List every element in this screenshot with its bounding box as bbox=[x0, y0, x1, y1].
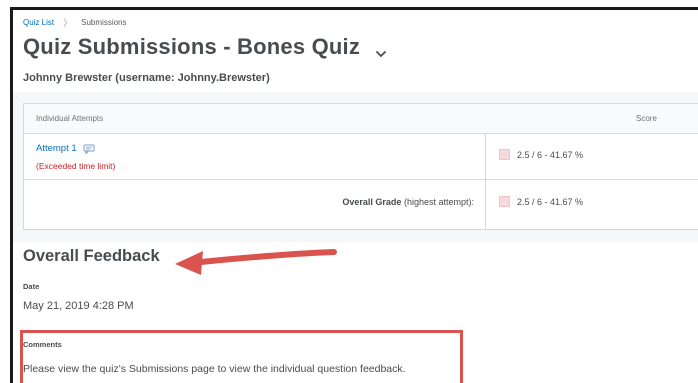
attempt-1-link[interactable]: Attempt 1 bbox=[36, 143, 95, 155]
column-header-attempts: Individual Attempts bbox=[36, 114, 104, 123]
exceeded-time-warning: (Exceeded time limit) bbox=[36, 161, 116, 171]
overall-grade-score-value: 2.5 / 6 - 41.67 % bbox=[517, 196, 584, 207]
breadcrumb-current: Submissions bbox=[81, 18, 127, 27]
overall-feedback-heading: Overall Feedback bbox=[23, 247, 160, 265]
breadcrumb-quiz-list-link[interactable]: Quiz List bbox=[23, 18, 54, 27]
user-info: Johnny Brewster (username: Johnny.Brewst… bbox=[23, 72, 270, 84]
overall-grade-label-rest: (highest attempt): bbox=[403, 197, 474, 207]
breadcrumb-separator: 〉 bbox=[63, 18, 73, 28]
table-header-row: Individual Attempts Score bbox=[24, 104, 698, 134]
attempt-1-score-value: 2.5 / 6 - 41.67 % bbox=[517, 149, 584, 160]
attempts-table: Individual Attempts Score Attempt 1 (Exc… bbox=[23, 103, 698, 230]
comments-highlight-box bbox=[20, 330, 463, 383]
comments-text: Please view the quiz's Submissions page … bbox=[23, 363, 406, 375]
table-row-attempt-1: Attempt 1 (Exceeded time limit) 2.5 / 6 … bbox=[24, 134, 698, 180]
comments-label: Comments bbox=[23, 340, 62, 349]
date-label: Date bbox=[23, 282, 40, 291]
breadcrumb: Quiz List 〉 Submissions bbox=[23, 16, 127, 29]
table-row-overall-grade: Overall Grade (highest attempt): 2.5 / 6… bbox=[24, 180, 698, 230]
column-header-score: Score bbox=[636, 114, 657, 123]
attempt-1-label[interactable]: Attempt 1 bbox=[36, 143, 77, 154]
comment-icon[interactable] bbox=[83, 144, 95, 155]
chevron-down-icon[interactable] bbox=[374, 40, 388, 58]
score-indicator bbox=[499, 196, 510, 207]
page-frame: Quiz List 〉 Submissions Quiz Submissions… bbox=[10, 7, 698, 383]
overall-grade-label-bold: Overall Grade bbox=[342, 197, 402, 207]
attempt-1-score: 2.5 / 6 - 41.67 % bbox=[499, 149, 583, 160]
page-title-row: Quiz Submissions - Bones Quiz bbox=[23, 34, 388, 60]
arrow-left-icon bbox=[175, 249, 337, 275]
page-title: Quiz Submissions - Bones Quiz bbox=[23, 34, 361, 59]
overall-grade-score: 2.5 / 6 - 41.67 % bbox=[499, 196, 583, 207]
score-indicator bbox=[499, 149, 510, 160]
date-value: May 21, 2019 4:28 PM bbox=[23, 300, 134, 312]
overall-grade-label: Overall Grade (highest attempt): bbox=[342, 197, 474, 207]
